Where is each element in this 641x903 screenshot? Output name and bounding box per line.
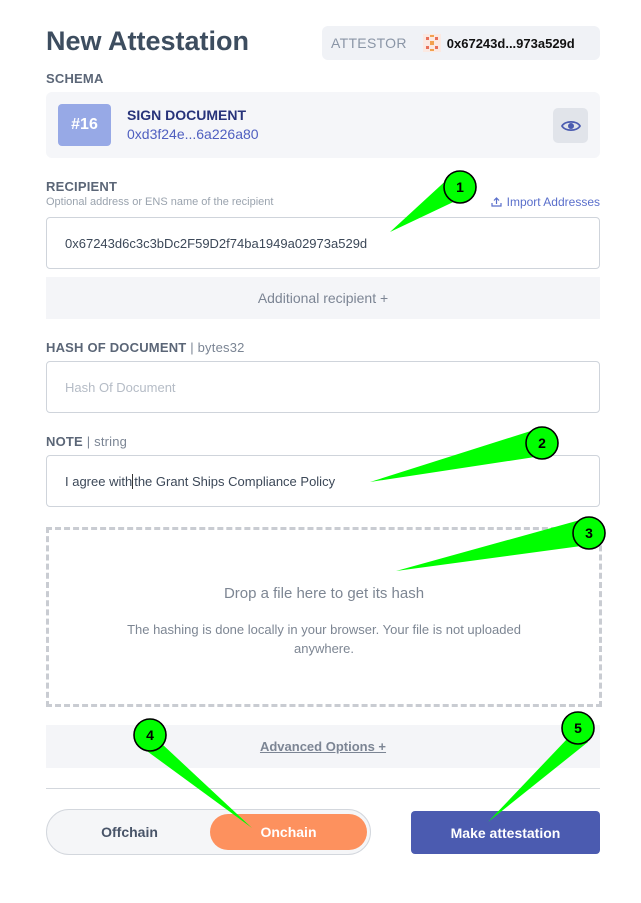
hash-type: | bytes32 — [190, 340, 245, 355]
recipient-input-value: 0x67243d6c3c3bDc2F59D2f74ba1949a02973a52… — [65, 235, 368, 251]
annotation-1-number: 1 — [456, 179, 464, 195]
hash-of-document-label: HASH OF DOCUMENT | bytes32 — [46, 340, 245, 355]
eye-icon — [560, 120, 581, 131]
recipient-help-text: Optional address or ENS name of the reci… — [46, 196, 274, 208]
advanced-options-toggle[interactable]: Advanced Options + — [46, 725, 600, 768]
make-attestation-button[interactable]: Make attestation — [411, 811, 600, 854]
schema-uid-link[interactable]: 0xd3f24e...6a226a80 — [127, 126, 259, 142]
annotation-2-number: 2 — [538, 435, 546, 451]
hash-placeholder: Hash Of Document — [65, 379, 176, 395]
file-dropzone[interactable]: Drop a file here to get its hash The has… — [46, 527, 602, 707]
attestor-chip: ATTESTOR 0x67243d...973a529d — [322, 26, 600, 60]
attestor-label: ATTESTOR — [331, 35, 407, 51]
import-addresses-label: Import Addresses — [506, 195, 600, 209]
page-title: New Attestation — [46, 26, 250, 56]
divider — [46, 788, 600, 789]
schema-name: SIGN DOCUMENT — [127, 107, 246, 123]
note-label-text: NOTE — [46, 434, 83, 449]
hash-label-text: HASH OF DOCUMENT — [46, 340, 187, 355]
text-cursor — [132, 473, 134, 489]
upload-icon — [491, 197, 502, 207]
view-schema-button[interactable] — [553, 108, 588, 143]
note-value-start: I agree with — [65, 473, 133, 489]
recipient-input[interactable]: 0x67243d6c3c3bDc2F59D2f74ba1949a02973a52… — [46, 217, 600, 269]
offchain-option[interactable]: Offchain — [47, 810, 212, 854]
note-label: NOTE | string — [46, 434, 127, 449]
dropzone-title: Drop a file here to get its hash — [223, 584, 425, 602]
chain-mode-toggle: Offchain Onchain — [46, 809, 371, 855]
dropzone-subtitle: The hashing is done locally in your brow… — [127, 621, 521, 656]
attestor-address[interactable]: 0x67243d...973a529d — [447, 36, 575, 51]
recipient-label: RECIPIENT — [46, 179, 118, 194]
schema-number-badge: #16 — [58, 104, 111, 146]
hash-of-document-input[interactable]: Hash Of Document — [46, 361, 600, 413]
attestor-avatar-icon — [422, 34, 441, 52]
additional-recipient-button[interactable]: Additional recipient + — [46, 277, 600, 319]
schema-section-label: SCHEMA — [46, 71, 104, 86]
note-type: | string — [86, 434, 128, 449]
schema-card: #16 SIGN DOCUMENT 0xd3f24e...6a226a80 — [46, 92, 600, 158]
note-input[interactable]: I agree with the Grant Ships Compliance P… — [46, 455, 600, 507]
note-value-end: the Grant Ships Compliance Policy — [134, 473, 336, 489]
onchain-option[interactable]: Onchain — [210, 814, 367, 850]
import-addresses-link[interactable]: Import Addresses — [491, 195, 600, 209]
